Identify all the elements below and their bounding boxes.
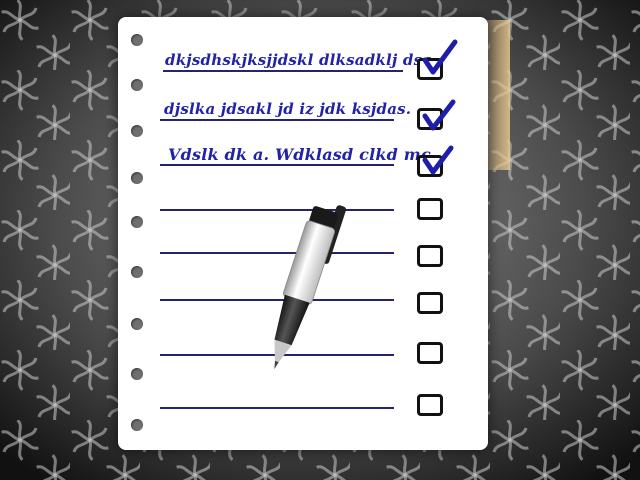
list-item-text: Vdslk dk a. Wdklasd clkd mc.: [168, 145, 437, 164]
checkmark-icon: [422, 39, 458, 75]
pen-icon: [274, 205, 347, 370]
list-item-text: dkjsdhskjksjjdskl dlksadklj dsa.: [165, 51, 438, 69]
binder-hole-icon: [131, 368, 143, 380]
checkbox-icon[interactable]: [417, 198, 443, 220]
ruled-line: [160, 119, 394, 121]
binder-hole-icon: [131, 79, 143, 91]
checkbox-icon[interactable]: [417, 394, 443, 416]
checkmark-icon: [422, 145, 454, 175]
checkbox-icon[interactable]: [417, 292, 443, 314]
ruled-line: [160, 407, 394, 409]
binder-hole-icon: [131, 318, 143, 330]
binder-hole-icon: [131, 216, 143, 228]
ruled-line: [163, 70, 403, 72]
checkbox-icon[interactable]: [417, 245, 443, 267]
binder-hole-icon: [131, 172, 143, 184]
ruled-line: [160, 164, 394, 166]
binder-hole-icon: [131, 419, 143, 431]
binder-hole-icon: [131, 34, 143, 46]
binder-hole-icon: [131, 266, 143, 278]
list-item-text: djslka jdsakl jd iz jdk ksjdas.: [164, 100, 412, 118]
checkbox-icon[interactable]: [417, 342, 443, 364]
binder-hole-icon: [131, 125, 143, 137]
checkmark-icon: [422, 99, 456, 131]
